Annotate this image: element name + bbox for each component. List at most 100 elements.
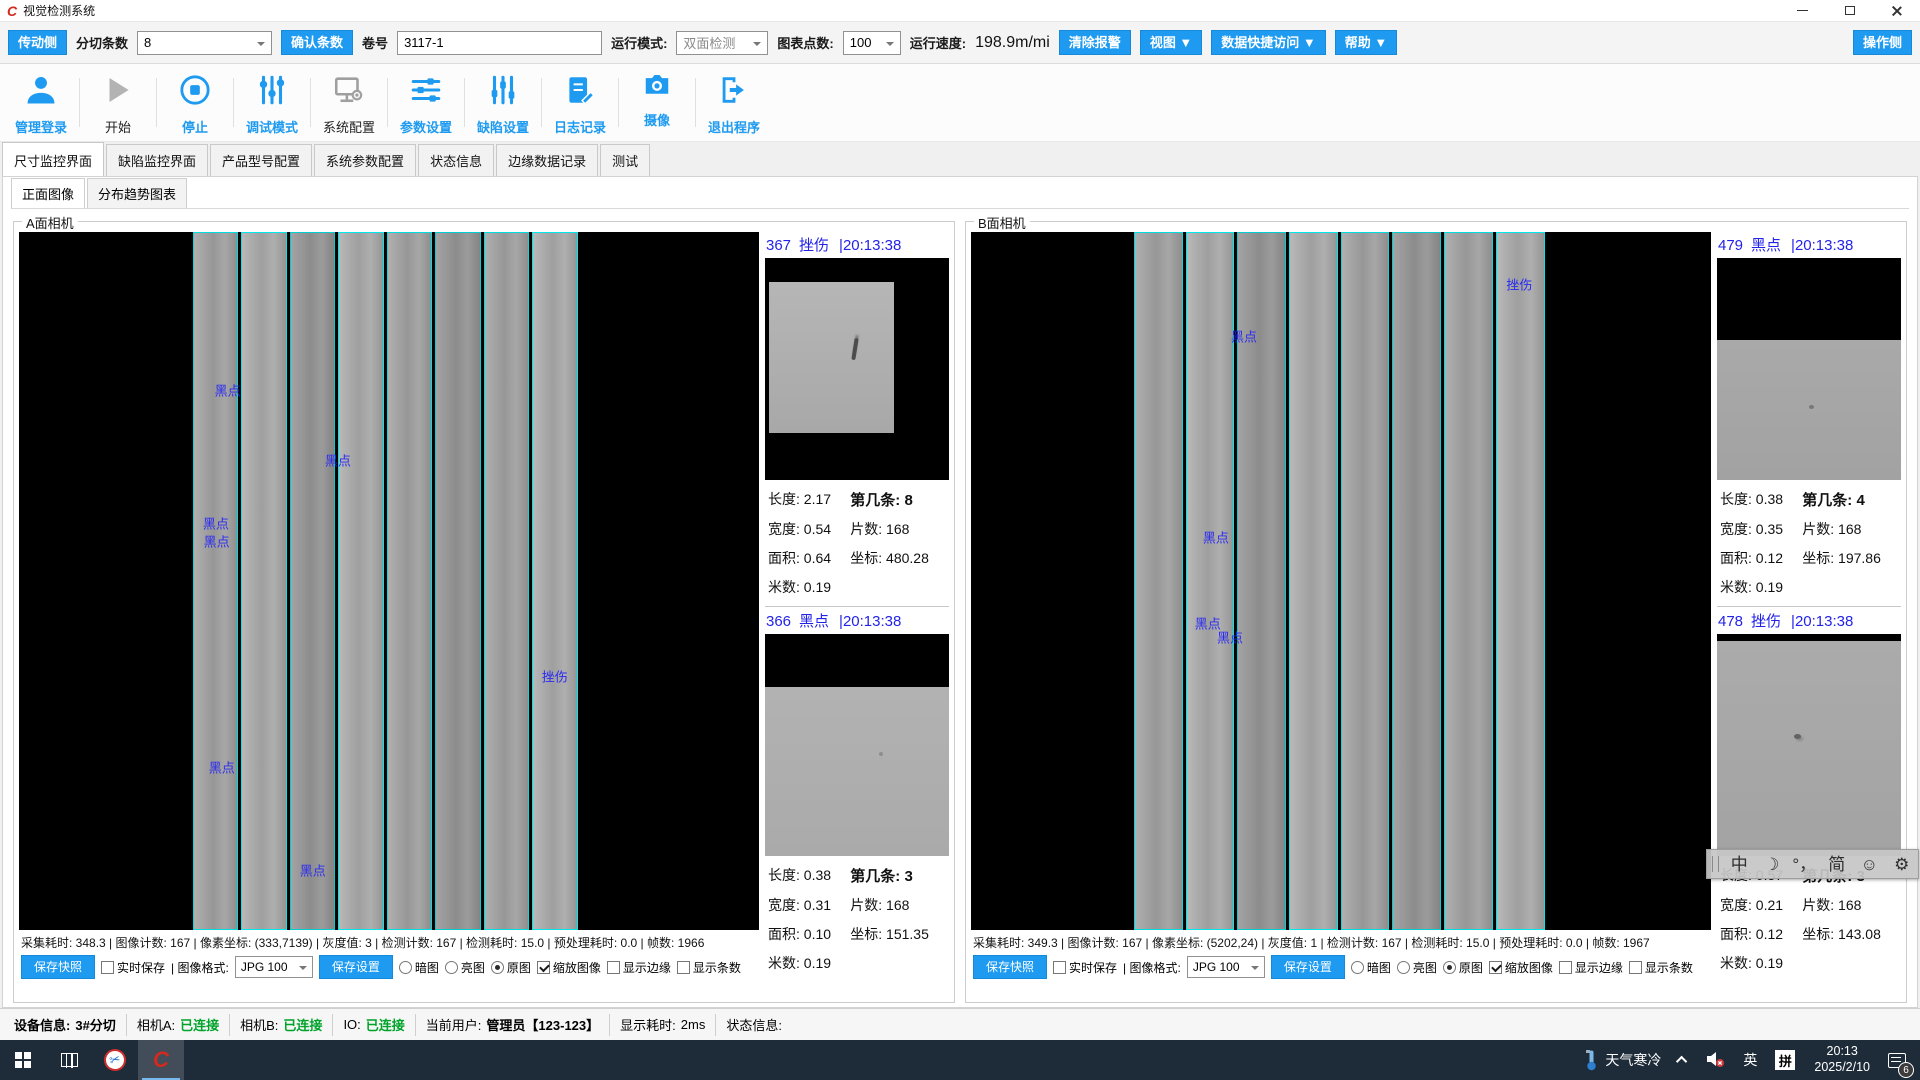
tab-status-info[interactable]: 状态信息 bbox=[418, 144, 494, 176]
minimize-button[interactable] bbox=[1779, 0, 1826, 21]
run-mode-label: 运行模式: bbox=[611, 33, 667, 52]
show-edge-checkbox[interactable]: 显示边缘 bbox=[607, 959, 671, 976]
checkbox-icon bbox=[537, 961, 550, 974]
image-format-dropdown[interactable]: JPG 100 bbox=[1187, 956, 1265, 978]
capture-button[interactable]: 摄像 bbox=[622, 66, 692, 139]
ime-chinese-mode-button[interactable]: 中 bbox=[1723, 856, 1756, 873]
roll-number-input[interactable] bbox=[397, 31, 602, 55]
exit-program-button[interactable]: 退出程序 bbox=[699, 69, 769, 136]
dark-image-radio[interactable]: 暗图 bbox=[1351, 959, 1391, 976]
zoom-image-checkbox[interactable]: 缩放图像 bbox=[1489, 959, 1553, 976]
zoom-image-checkbox[interactable]: 缩放图像 bbox=[537, 959, 601, 976]
admin-login-button[interactable]: 管理登录 bbox=[6, 69, 76, 136]
checkbox-label: 显示条数 bbox=[1645, 959, 1693, 976]
weather-widget[interactable]: 天气寒冷 bbox=[1575, 1040, 1670, 1080]
strip bbox=[1496, 232, 1545, 930]
confirm-count-button[interactable]: 确认条数 bbox=[281, 30, 353, 55]
speaker-muted-icon bbox=[1705, 1050, 1725, 1071]
show-edge-checkbox[interactable]: 显示边缘 bbox=[1559, 959, 1623, 976]
save-settings-button[interactable]: 保存设置 bbox=[319, 955, 393, 979]
save-settings-button[interactable]: 保存设置 bbox=[1271, 955, 1345, 979]
ime-punctuation-button[interactable]: °， bbox=[1788, 856, 1821, 873]
camera-a-controls: 保存快照 实时保存 | 图像格式: JPG 100 保存设置 暗图 亮图 原图 … bbox=[19, 953, 759, 981]
original-image-radio[interactable]: 原图 bbox=[491, 959, 531, 976]
debug-mode-button[interactable]: 调试模式 bbox=[237, 69, 307, 136]
stat-length: 长度: 0.38 bbox=[768, 865, 850, 886]
save-snapshot-button[interactable]: 保存快照 bbox=[21, 955, 95, 979]
ime-drag-handle[interactable] bbox=[1712, 856, 1719, 872]
tab-size-monitor[interactable]: 尺寸监控界面 bbox=[2, 142, 104, 176]
show-count-checkbox[interactable]: 显示条数 bbox=[677, 959, 741, 976]
snipping-tool-button[interactable]: ✂ bbox=[92, 1040, 138, 1080]
log-record-button[interactable]: 日志记录 bbox=[545, 69, 615, 136]
chart-points-dropdown[interactable]: 100 bbox=[843, 31, 901, 55]
run-speed-label: 运行速度: bbox=[910, 33, 966, 52]
maximize-button[interactable] bbox=[1826, 0, 1873, 21]
ime-simplified-button[interactable]: 简 bbox=[1821, 856, 1854, 873]
language-text: 英 bbox=[1743, 1050, 1757, 1070]
radio-icon bbox=[445, 961, 458, 974]
slit-count-label: 分切条数 bbox=[76, 33, 128, 52]
drive-side-button[interactable]: 传动侧 bbox=[8, 30, 67, 55]
tab-test[interactable]: 测试 bbox=[600, 144, 650, 176]
volume-button[interactable] bbox=[1696, 1040, 1734, 1080]
hidden-icons-button[interactable] bbox=[1670, 1040, 1696, 1080]
tab-system-param-config[interactable]: 系统参数配置 bbox=[314, 144, 416, 176]
view-menu-button[interactable]: 视图 ▼ bbox=[1140, 30, 1202, 55]
realtime-save-checkbox[interactable]: 实时保存 bbox=[101, 959, 165, 976]
stat-width: 宽度: 0.35 bbox=[1720, 519, 1802, 539]
ime-settings-gear-icon[interactable]: ⚙ bbox=[1886, 856, 1919, 873]
slit-count-dropdown[interactable]: 8 bbox=[137, 31, 272, 55]
ime-emoji-button[interactable]: ☺ bbox=[1853, 856, 1886, 873]
subtab-distribution-chart[interactable]: 分布趋势图表 bbox=[87, 178, 187, 208]
dark-image-radio[interactable]: 暗图 bbox=[399, 959, 439, 976]
original-image-radio[interactable]: 原图 bbox=[1443, 959, 1483, 976]
panel-camera-b: B面相机 挫伤黑点黑点黑点黑点 采集耗时: 349.3 | 图像计数: 167 … bbox=[965, 221, 1907, 1003]
tab-defect-monitor[interactable]: 缺陷监控界面 bbox=[106, 144, 208, 176]
operator-side-button[interactable]: 操作侧 bbox=[1853, 30, 1912, 55]
ime-indicator[interactable]: 拼 bbox=[1766, 1040, 1804, 1080]
strip bbox=[290, 232, 335, 930]
stop-button[interactable]: 停止 bbox=[160, 69, 230, 136]
bright-image-radio[interactable]: 亮图 bbox=[1397, 959, 1437, 976]
defect-time: |20:13:38 bbox=[1791, 237, 1853, 254]
state-info-segment: 状态信息: bbox=[716, 1014, 792, 1036]
param-settings-button[interactable]: 参数设置 bbox=[391, 69, 461, 136]
language-indicator[interactable]: 英 bbox=[1734, 1040, 1766, 1080]
camera-a-defect-list: 367挫伤|20:13:38 长度: 2.17 第几条: 8 宽度: 0.54 … bbox=[765, 232, 949, 998]
ime-moon-icon[interactable]: ☽ bbox=[1756, 856, 1789, 873]
taskbar-app-vision-system[interactable]: C bbox=[138, 1040, 184, 1080]
clear-alarm-button[interactable]: 清除报警 bbox=[1059, 30, 1131, 55]
maximize-icon bbox=[1845, 6, 1855, 15]
user-icon bbox=[24, 73, 58, 112]
taskbar-clock[interactable]: 20:13 2025/2/10 bbox=[1804, 1044, 1880, 1075]
defect-time: |20:13:38 bbox=[1791, 613, 1853, 630]
save-snapshot-button[interactable]: 保存快照 bbox=[973, 955, 1047, 979]
start-button[interactable]: 开始 bbox=[83, 69, 153, 136]
show-count-checkbox[interactable]: 显示条数 bbox=[1629, 959, 1693, 976]
strip bbox=[1134, 232, 1183, 930]
data-quick-access-button[interactable]: 数据快捷访问 ▼ bbox=[1211, 30, 1325, 55]
system-config-button[interactable]: 系统配置 bbox=[314, 69, 384, 136]
action-center-button[interactable]: 6 bbox=[1880, 1040, 1920, 1080]
realtime-save-checkbox[interactable]: 实时保存 bbox=[1053, 959, 1117, 976]
defect-id: 366 bbox=[766, 613, 791, 630]
run-mode-dropdown[interactable]: 双面检测 bbox=[676, 31, 768, 55]
defect-time: |20:13:38 bbox=[839, 613, 901, 630]
defect-card-header: 366黑点|20:13:38 bbox=[765, 608, 949, 634]
start-button[interactable] bbox=[0, 1040, 46, 1080]
checkbox-label: 实时保存 bbox=[1069, 959, 1117, 976]
task-view-button[interactable] bbox=[46, 1040, 92, 1080]
toolbar-divider bbox=[618, 78, 619, 127]
tab-product-model-config[interactable]: 产品型号配置 bbox=[210, 144, 312, 176]
defect-settings-button[interactable]: 缺陷设置 bbox=[468, 69, 538, 136]
image-format-dropdown[interactable]: JPG 100 bbox=[235, 956, 313, 978]
close-button[interactable] bbox=[1873, 0, 1920, 21]
help-menu-button[interactable]: 帮助 ▼ bbox=[1335, 30, 1397, 55]
subtab-front-image[interactable]: 正面图像 bbox=[11, 178, 85, 208]
bright-image-radio[interactable]: 亮图 bbox=[445, 959, 485, 976]
tab-edge-data-record[interactable]: 边缘数据记录 bbox=[496, 144, 598, 176]
clock-time: 20:13 bbox=[1814, 1044, 1870, 1060]
stat-coord: 坐标: 143.08 bbox=[1802, 924, 1901, 944]
app-logo-icon: C bbox=[153, 1049, 169, 1071]
